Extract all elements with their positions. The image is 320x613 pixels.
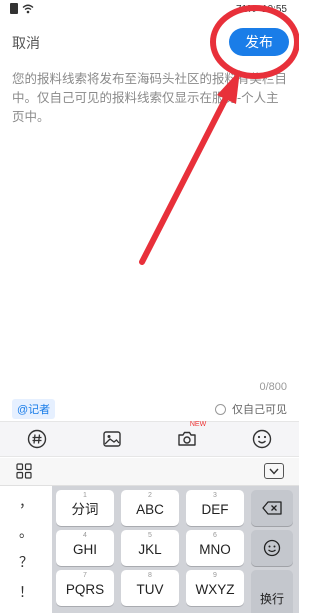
key-9[interactable]: 9 WXYZ [186, 570, 244, 606]
ime-keyboard: ， 。 ？ ！ 1 分词 2 ABC 3 DEF 4 GHI 5 JKL 6 M… [0, 458, 299, 613]
emoji-button[interactable] [247, 424, 277, 454]
char-counter: 0/800 [259, 381, 287, 393]
status-bar: 71% 10:55 [0, 0, 299, 22]
punct-key[interactable]: ！ [0, 582, 52, 602]
punct-key[interactable]: ？ [0, 552, 52, 572]
emoji-icon [252, 429, 271, 449]
key-8[interactable]: 8 TUV [121, 570, 179, 606]
status-icons [10, 3, 34, 14]
battery-percent: 71% [235, 4, 256, 15]
key-5[interactable]: 5 JKL [121, 530, 179, 566]
image-button[interactable] [97, 424, 127, 454]
backspace-key[interactable] [251, 490, 293, 526]
punctuation-column: ， 。 ？ ！ [0, 486, 52, 613]
keyboard-menu-button[interactable] [16, 463, 32, 484]
self-visible-label: 仅自己可见 [232, 404, 287, 416]
clock: 10:55 [261, 4, 287, 15]
key-6[interactable]: 6 MNO [186, 530, 244, 566]
punct-key[interactable]: 。 [0, 522, 52, 542]
smiley-icon [263, 539, 281, 557]
sim-icon [10, 3, 18, 14]
chevron-down-icon [269, 468, 279, 475]
hide-keyboard-button[interactable] [264, 463, 284, 479]
mention-reporter-tag[interactable]: @记者 [12, 399, 56, 419]
key-2[interactable]: 2 ABC [121, 490, 179, 526]
key-7[interactable]: 7 PQRS [56, 570, 114, 606]
hashtag-button[interactable] [22, 424, 52, 454]
image-icon [103, 431, 121, 447]
compose-toolbar: NEW [0, 421, 299, 457]
publish-button[interactable]: 发布 [229, 28, 289, 56]
hashtag-icon [28, 429, 47, 449]
new-badge: NEW [189, 421, 207, 428]
status-right: 71% 10:55 [236, 4, 287, 15]
top-bar: 取消 发布 [0, 22, 299, 62]
wifi-icon [22, 4, 34, 13]
backspace-icon [262, 501, 282, 515]
emoji-key[interactable] [251, 530, 293, 566]
enter-key[interactable]: 换行 [251, 570, 293, 613]
camera-button[interactable]: NEW [172, 421, 206, 454]
key-4[interactable]: 4 GHI [56, 530, 114, 566]
key-3[interactable]: 3 DEF [186, 490, 244, 526]
content-input-placeholder[interactable]: 您的报料线索将发布至海码头社区的报料有奖栏目中。仅自己可见的报料线索仅显示在服务… [12, 70, 288, 127]
keyboard-top-bar [0, 458, 299, 486]
radio-icon[interactable] [215, 403, 226, 415]
cancel-button[interactable]: 取消 [12, 33, 40, 53]
self-visible-option[interactable]: 仅自己可见 [215, 401, 287, 417]
key-1[interactable]: 1 分词 [56, 490, 114, 526]
punct-key[interactable]: ， [0, 492, 52, 512]
grid-icon [16, 463, 32, 479]
camera-icon [178, 431, 196, 446]
